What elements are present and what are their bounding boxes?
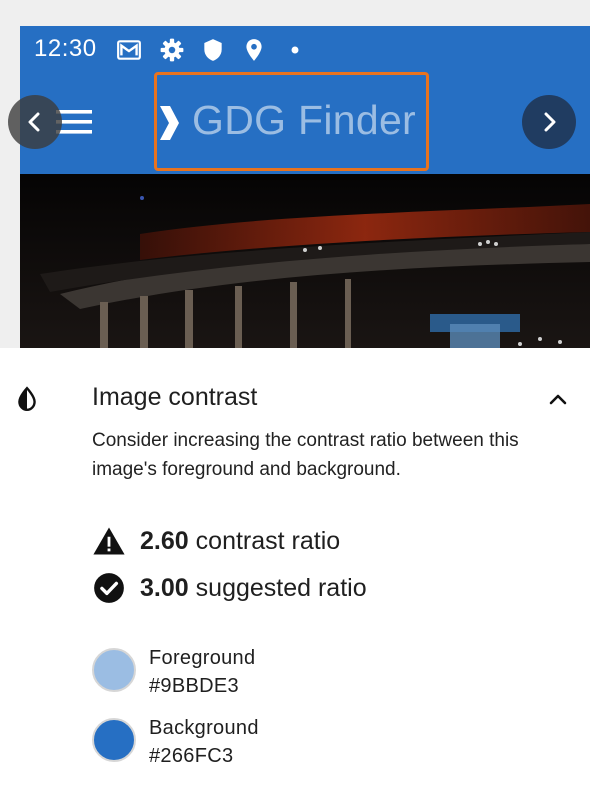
auditorium-photo xyxy=(20,174,590,348)
gmail-icon xyxy=(117,40,141,60)
next-button[interactable] xyxy=(522,95,576,149)
background-label: Background xyxy=(149,717,259,739)
check-circle-icon xyxy=(94,573,124,603)
chevron-up-icon[interactable] xyxy=(546,388,570,412)
hero-image xyxy=(20,174,590,348)
foreground-label: Foreground xyxy=(149,647,256,669)
suggested-ratio-label: suggested ratio xyxy=(195,573,367,602)
foreground-color-info: Foreground #9BBDE3 xyxy=(149,644,255,700)
chevron-right-icon xyxy=(544,112,556,132)
status-bar: 12:30 xyxy=(20,26,590,74)
shield-icon xyxy=(204,39,222,61)
contrast-ratio-label: contrast ratio xyxy=(195,526,341,555)
issue-description: Consider increasing the contrast ratio b… xyxy=(92,430,519,480)
location-icon xyxy=(246,39,262,61)
status-time: 12:30 xyxy=(34,35,97,62)
contrast-ratio-row: 2.60 contrast ratio xyxy=(92,524,340,558)
screenshot-preview: 12:30 GDG Finder xyxy=(0,0,590,348)
notification-dot-icon xyxy=(291,46,299,54)
previous-button[interactable] xyxy=(8,95,62,149)
background-color-info: Background #266FC3 xyxy=(149,714,259,770)
chevron-left-icon xyxy=(28,112,40,132)
contrast-icon xyxy=(18,386,36,412)
settings-icon xyxy=(160,38,184,62)
foreground-hex: #9BBDE3 xyxy=(149,675,239,697)
issue-title: Image contrast xyxy=(92,383,258,411)
suggested-ratio-row: 3.00 suggested ratio xyxy=(92,571,367,605)
background-color-swatch xyxy=(92,718,136,762)
suggested-ratio-value: 3.00 xyxy=(140,573,189,602)
warning-icon xyxy=(93,527,125,555)
background-hex: #266FC3 xyxy=(149,745,234,767)
issue-details-sheet: Image contrast Consider increasing the c… xyxy=(0,348,590,786)
contrast-ratio-value: 2.60 xyxy=(140,526,189,555)
foreground-color-swatch xyxy=(92,648,136,692)
issue-highlight-box xyxy=(154,72,429,171)
